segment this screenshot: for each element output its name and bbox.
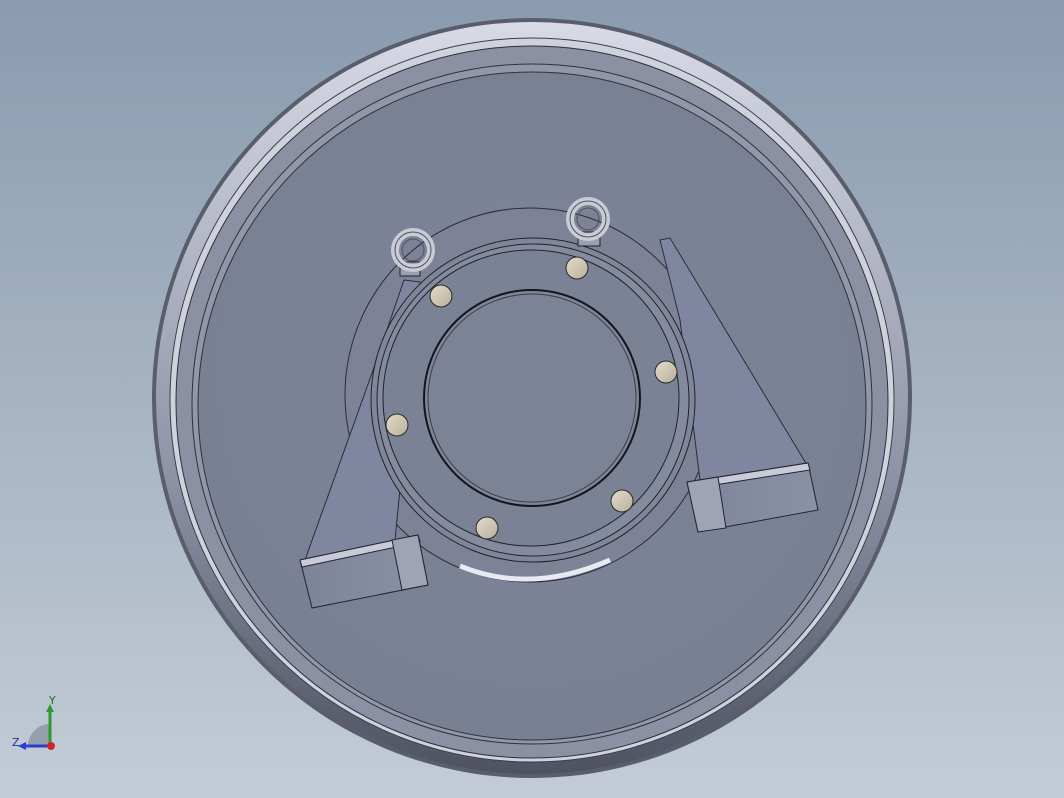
- bolt-6: [475, 516, 499, 540]
- triad-icon: [18, 704, 55, 750]
- orientation-triad[interactable]: Y Z: [8, 694, 68, 758]
- bolt-3: [654, 360, 678, 384]
- triad-z-label: Z: [12, 736, 20, 749]
- triad-y-label: Y: [49, 694, 56, 707]
- shaft-bore[interactable]: [423, 289, 641, 507]
- cad-model-view[interactable]: [0, 0, 1064, 798]
- bolt-4: [385, 413, 409, 437]
- bolt-1: [429, 284, 453, 308]
- bolt-5: [610, 489, 634, 513]
- bolt-2: [565, 256, 589, 280]
- 3d-viewport[interactable]: Y Z: [0, 0, 1064, 798]
